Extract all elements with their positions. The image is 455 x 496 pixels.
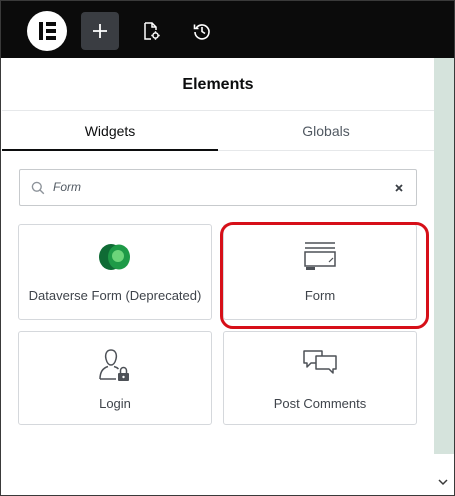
elements-panel: Elements Widgets Globals Form Dataverse … [2,58,434,495]
widget-post-comments[interactable]: Post Comments [223,331,417,425]
page-settings-button[interactable] [132,12,170,50]
page-settings-icon [144,22,160,40]
panel-tabs: Widgets Globals [2,111,434,151]
widget-icon-wrap [224,348,416,376]
widget-label: Form [304,288,336,303]
login-user-lock-icon [99,349,129,381]
search-value: Form [53,180,81,194]
editor-frame: Elements Widgets Globals Form Dataverse … [0,0,455,496]
widget-icon-wrap [19,346,211,382]
widget-label: Dataverse Form (Deprecated) [28,288,202,303]
widget-icon-wrap [19,242,211,272]
widget-label: Login [99,396,131,411]
history-button[interactable] [183,12,221,50]
active-tab-indicator [2,149,218,151]
tab-globals[interactable]: Globals [218,111,434,151]
add-element-button[interactable] [81,12,119,50]
widget-label: Post Comments [273,396,367,411]
history-icon [193,24,210,40]
tab-widgets[interactable]: Widgets [2,111,218,151]
panel-scrollbar[interactable] [434,58,454,495]
widget-form[interactable]: Form [223,224,417,320]
scrollbar-end [434,454,454,495]
elementor-logo-icon[interactable] [27,11,67,51]
close-icon[interactable] [393,182,405,194]
dataverse-logo-icon [99,244,130,270]
panel-title: Elements [182,76,254,93]
widget-login[interactable]: Login [18,331,212,425]
top-toolbar [1,1,454,58]
chevron-down-icon[interactable] [437,477,449,487]
form-icon [304,242,336,270]
search-input[interactable]: Form [19,169,417,206]
search-icon [31,181,45,195]
plus-icon [93,24,107,38]
comments-icon [303,350,337,374]
widget-icon-wrap [224,240,416,274]
widget-dataverse-form[interactable]: Dataverse Form (Deprecated) [18,224,212,320]
